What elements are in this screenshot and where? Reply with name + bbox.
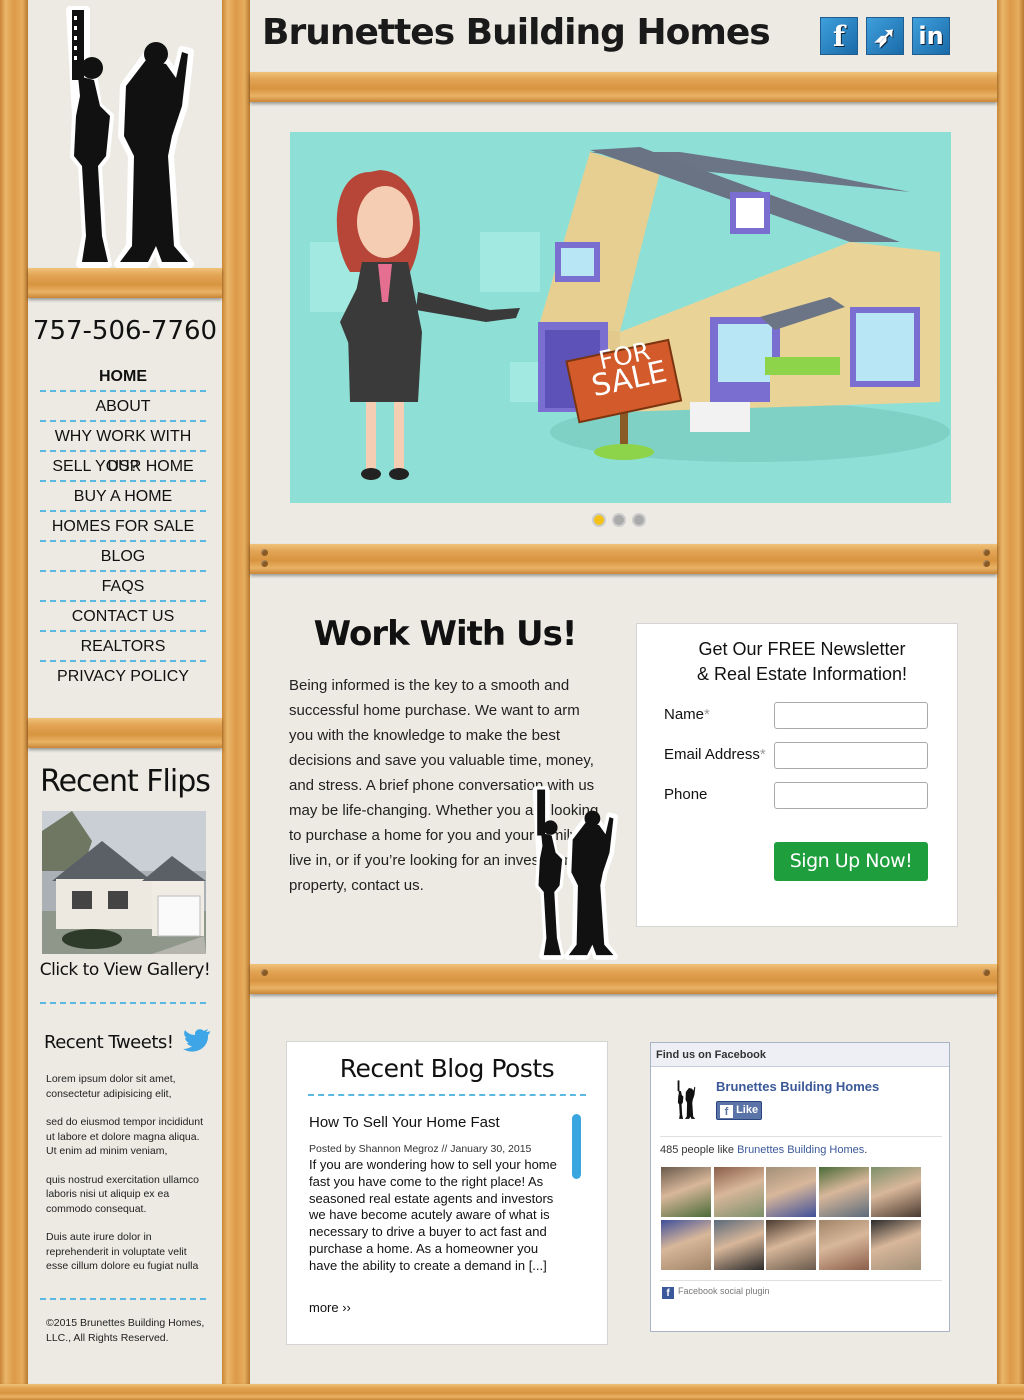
phone-label: Phone xyxy=(664,786,708,803)
nav-item-realtors[interactable]: REALTORS xyxy=(40,632,206,662)
facebook-fan-avatar[interactable] xyxy=(871,1219,921,1270)
like-count-end: . xyxy=(864,1144,868,1156)
main-nav: HOME ABOUT WHY WORK WITH US? SELL YOUR HOME… xyxy=(40,362,206,692)
like-count-text: 485 people like xyxy=(660,1144,738,1156)
divider xyxy=(40,1002,206,1004)
tweet-item: sed do eiusmod tempor incididunt ut labo… xyxy=(46,1116,204,1157)
nav-item-why-work-with-us[interactable]: WHY WORK WITH US? xyxy=(40,422,206,475)
work-heading: Work With Us! xyxy=(313,614,578,654)
divider xyxy=(40,1298,206,1300)
facebook-fan-avatar[interactable] xyxy=(713,1167,764,1217)
nav-item-homes-for-sale[interactable]: HOMES FOR SALE xyxy=(40,512,206,542)
twitter-icon[interactable]: ➶ xyxy=(866,17,904,55)
sign-up-button[interactable]: Sign Up Now! xyxy=(774,842,928,881)
facebook-icon: f xyxy=(720,1105,733,1118)
phone-field[interactable] xyxy=(774,782,928,809)
more-link[interactable]: more ›› xyxy=(309,1300,351,1315)
blog-post-excerpt: If you are wondering how to sell your ho… xyxy=(309,1157,557,1273)
phone-number[interactable]: 757-506-7760 xyxy=(28,316,222,346)
facebook-icon[interactable]: f xyxy=(820,17,858,55)
blog-heading: Recent Blog Posts xyxy=(339,1054,555,1083)
copyright: ©2015 Brunettes Building Homes, LLC., Al… xyxy=(46,1317,205,1344)
nav-item-sell-your-home[interactable]: SELL YOUR HOME xyxy=(40,452,206,482)
nav-item-home[interactable]: HOME xyxy=(40,362,206,392)
divider xyxy=(660,1136,942,1137)
hero-illustration xyxy=(310,147,950,480)
slider-dot[interactable] xyxy=(592,513,606,527)
facebook-page-name[interactable]: Brunettes Building Homes xyxy=(716,1079,879,1094)
facebook-fan-avatar[interactable] xyxy=(818,1219,869,1270)
newsletter-heading: Get Our FREE Newsletter & Real Estate In… xyxy=(636,637,968,687)
email-label: Email Address* xyxy=(664,746,766,763)
logo-silhouette-small xyxy=(532,786,619,960)
recent-tweets-heading: Recent Tweets! xyxy=(44,1028,211,1053)
nav-item-blog[interactable]: BLOG xyxy=(40,542,206,572)
tweet-item: Lorem ipsum dolor sit amet, consectetur … xyxy=(46,1073,176,1100)
facebook-fan-avatar[interactable] xyxy=(766,1167,816,1217)
tweets-heading-text: Recent Tweets! xyxy=(44,1032,174,1053)
facebook-fan-avatar[interactable] xyxy=(818,1167,869,1217)
tweet-list: Lorem ipsum dolor sit amet, consectetur … xyxy=(46,1072,206,1288)
nav-item-faqs[interactable]: FAQS xyxy=(40,572,206,602)
plugin-label: Facebook social plugin xyxy=(678,1286,770,1296)
facebook-social-plugin[interactable]: f Facebook social plugin xyxy=(662,1286,770,1299)
tweet-item: quis nostrud exercitation ullamco labori… xyxy=(46,1173,199,1215)
blog-post-title[interactable]: How To Sell Your Home Fast xyxy=(309,1114,500,1131)
email-field[interactable] xyxy=(774,742,928,769)
facebook-widget-header: Find us on Facebook xyxy=(651,1043,949,1067)
blog-post-meta: Posted by Shannon Megroz // January 30, … xyxy=(309,1143,532,1155)
nav-item-about[interactable]: ABOUT xyxy=(40,392,206,422)
site-title[interactable]: Brunettes Building Homes xyxy=(262,12,771,53)
facebook-fan-avatar[interactable] xyxy=(661,1219,711,1270)
name-field[interactable] xyxy=(774,702,928,729)
recent-flip-photo[interactable] xyxy=(42,811,206,954)
facebook-small-icon: f xyxy=(662,1287,674,1299)
recent-flips-heading: Recent Flips xyxy=(40,764,211,799)
slider-dot[interactable] xyxy=(632,513,646,527)
slider-dot[interactable] xyxy=(612,513,626,527)
hero-slider[interactable]: FOR SALE xyxy=(290,132,951,503)
like-label: Like xyxy=(736,1104,759,1116)
blog-scrollbar[interactable] xyxy=(572,1114,581,1179)
nav-item-contact-us[interactable]: CONTACT US xyxy=(40,602,206,632)
facebook-fan-avatar[interactable] xyxy=(871,1167,921,1217)
facebook-page-avatar[interactable] xyxy=(660,1076,710,1126)
nav-item-privacy-policy[interactable]: PRIVACY POLICY xyxy=(40,662,206,692)
facebook-fan-avatar[interactable] xyxy=(661,1167,711,1217)
linkedin-icon[interactable]: in xyxy=(912,17,950,55)
facebook-fan-avatar[interactable] xyxy=(766,1219,816,1270)
facebook-like-count: 485 people like Brunettes Building Homes… xyxy=(660,1144,867,1156)
twitter-bird-icon xyxy=(182,1029,210,1052)
like-count-link[interactable]: Brunettes Building Homes xyxy=(737,1144,864,1156)
facebook-like-button[interactable]: f Like xyxy=(716,1101,762,1120)
logo-silhouette[interactable] xyxy=(58,6,198,268)
nav-item-buy-a-home[interactable]: BUY A HOME xyxy=(40,482,206,512)
tweet-item: Duis aute irure dolor in reprehenderit i… xyxy=(46,1231,199,1272)
divider xyxy=(660,1280,942,1281)
divider xyxy=(308,1094,586,1096)
view-gallery-link[interactable]: Click to View Gallery! xyxy=(28,960,222,980)
facebook-fan-avatar[interactable] xyxy=(713,1219,764,1270)
slider-dots xyxy=(592,513,652,527)
newsletter-heading-line-1: Get Our FREE Newsletter xyxy=(698,639,906,659)
newsletter-heading-line-2: & Real Estate Information! xyxy=(696,664,908,684)
name-label: Name* xyxy=(664,706,710,723)
